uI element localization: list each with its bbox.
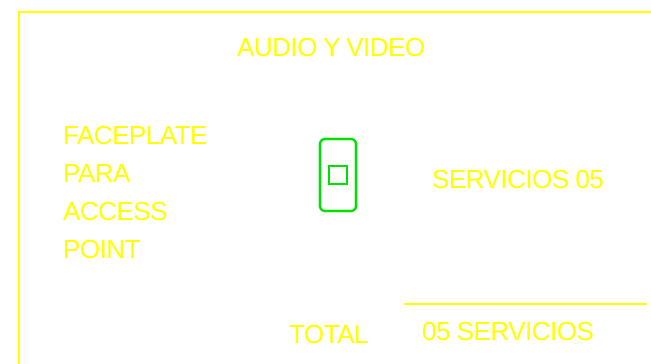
- faceplate-label-line-4: POINT: [63, 234, 140, 264]
- services-count-label: SERVICIOS 05: [432, 164, 604, 194]
- total-label: TOTAL: [289, 319, 368, 349]
- frame-left-border: [18, 11, 20, 364]
- total-separator-line: [404, 303, 647, 305]
- faceplate-label-line-2: PARA: [63, 158, 130, 188]
- faceplate-label-line-1: FACEPLATE: [63, 120, 207, 150]
- total-value: 05 SERVICIOS: [422, 316, 594, 346]
- drawing-title: AUDIO Y VIDEO: [237, 32, 425, 62]
- faceplate-label-line-3: ACCESS: [63, 196, 167, 226]
- faceplate-rj45-outlet-icon: [318, 137, 358, 213]
- frame-top-border: [18, 11, 651, 13]
